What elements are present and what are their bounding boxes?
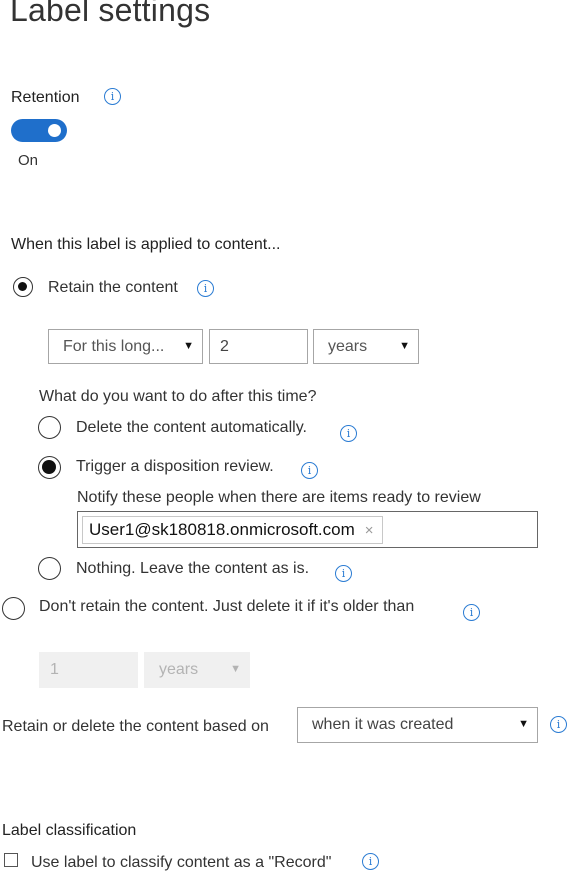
delete-age-input[interactable]: 1 — [39, 652, 138, 688]
retain-content-info-icon[interactable]: i — [197, 280, 214, 297]
chevron-down-icon: ▼ — [230, 663, 241, 675]
retention-toggle[interactable] — [11, 119, 67, 142]
record-checkbox-label: Use label to classify content as a "Reco… — [31, 854, 332, 871]
after-time-question: What do you want to do after this time? — [39, 388, 317, 405]
dont-retain-info-icon[interactable]: i — [463, 604, 480, 621]
toggle-knob — [48, 124, 61, 137]
dont-retain-radio[interactable] — [2, 597, 25, 620]
record-info-icon[interactable]: i — [362, 853, 379, 870]
disposition-review-label: Trigger a disposition review. — [76, 458, 274, 475]
page-title: Label settings — [10, 0, 211, 28]
based-on-select-value: when it was created — [312, 716, 454, 733]
remove-person-icon[interactable]: × — [365, 522, 374, 539]
based-on-select[interactable]: when it was created ▼ — [297, 707, 538, 743]
duration-select[interactable]: For this long... ▼ — [48, 329, 203, 364]
retention-toggle-state: On — [18, 152, 39, 169]
record-checkbox[interactable] — [4, 853, 18, 867]
person-chip: User1@sk180818.onmicrosoft.com × — [82, 516, 383, 544]
duration-unit-value: years — [328, 338, 368, 355]
notify-label: Notify these people when there are items… — [77, 489, 481, 506]
chevron-down-icon: ▼ — [183, 340, 194, 352]
delete-automatically-info-icon[interactable]: i — [340, 425, 357, 442]
applied-heading: When this label is applied to content... — [11, 236, 281, 253]
classification-heading: Label classification — [2, 822, 137, 839]
retain-content-radio[interactable] — [13, 277, 33, 297]
retain-content-label: Retain the content — [48, 279, 178, 296]
duration-unit-select[interactable]: years ▼ — [313, 329, 419, 364]
disposition-review-radio[interactable] — [38, 456, 61, 479]
based-on-label: Retain or delete the content based on — [2, 718, 269, 735]
delete-age-unit-value: years — [159, 661, 199, 678]
retention-label: Retention — [11, 89, 80, 106]
person-chip-email: User1@sk180818.onmicrosoft.com — [89, 520, 355, 539]
leave-content-label: Nothing. Leave the content as is. — [76, 560, 310, 577]
disposition-review-info-icon[interactable]: i — [301, 462, 318, 479]
leave-content-info-icon[interactable]: i — [335, 565, 352, 582]
notify-people-picker[interactable]: User1@sk180818.onmicrosoft.com × — [77, 511, 538, 548]
retention-info-icon[interactable]: i — [104, 88, 121, 105]
chevron-down-icon: ▼ — [399, 340, 410, 352]
duration-value-input[interactable]: 2 — [209, 329, 308, 364]
delete-automatically-label: Delete the content automatically. — [76, 419, 307, 436]
leave-content-radio[interactable] — [38, 557, 61, 580]
based-on-info-icon[interactable]: i — [550, 716, 567, 733]
duration-select-value: For this long... — [63, 338, 165, 355]
dont-retain-label: Don't retain the content. Just delete it… — [39, 598, 415, 615]
chevron-down-icon: ▼ — [518, 718, 529, 730]
delete-age-unit-select[interactable]: years ▼ — [144, 652, 250, 688]
delete-automatically-radio[interactable] — [38, 416, 61, 439]
